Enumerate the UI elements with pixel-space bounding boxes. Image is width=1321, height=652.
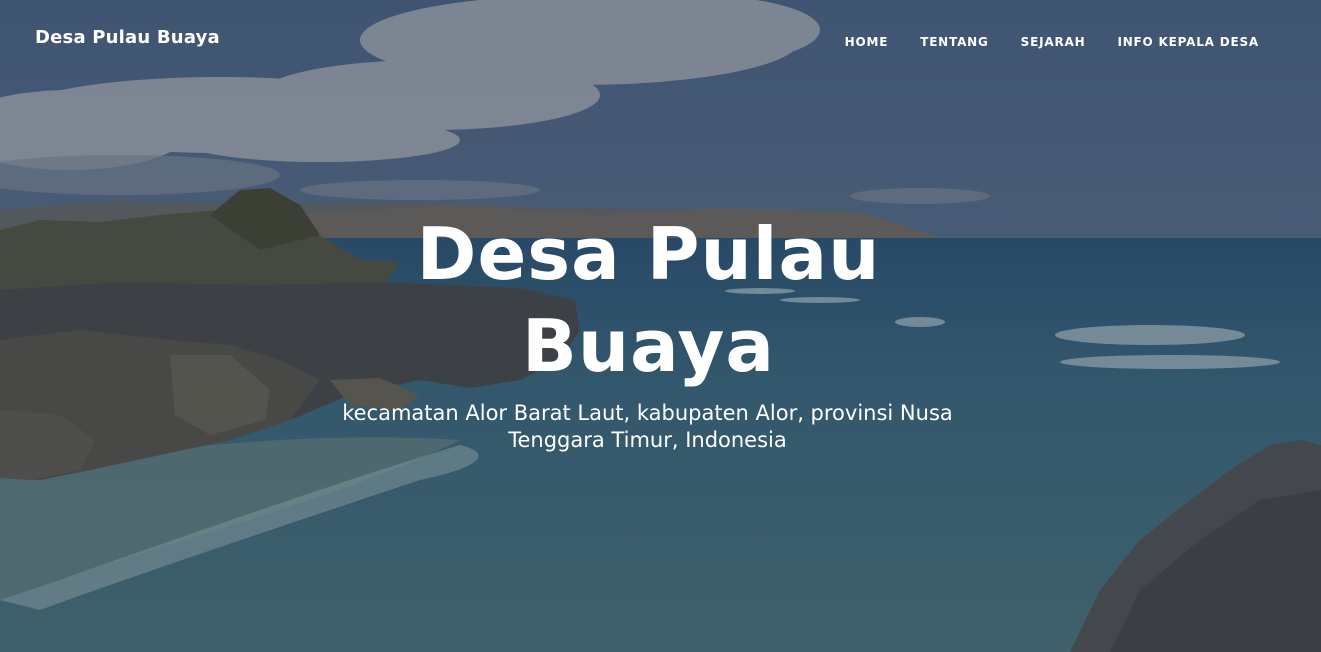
nav-link-sejarah[interactable]: SEJARAH [1021, 35, 1086, 49]
nav-item-tentang: TENTANG [920, 31, 988, 50]
nav-link-home[interactable]: HOME [845, 35, 889, 49]
main-navigation: HOME TENTANG SEJARAH INFO KEPALA DESA [813, 31, 1259, 50]
hero-subtitle: kecamatan Alor Barat Laut, kabupaten Alo… [342, 401, 953, 452]
nav-link-tentang[interactable]: TENTANG [920, 35, 988, 49]
hero-section: Desa Pulau Buaya HOME TENTANG SEJARAH IN… [0, 0, 1321, 652]
site-brand-link[interactable]: Desa Pulau Buaya [35, 27, 220, 48]
hero-title: Desa Pulau Buaya [0, 208, 1297, 392]
nav-item-sejarah: SEJARAH [1021, 31, 1086, 50]
nav-item-info-kepala-desa: INFO KEPALA DESA [1117, 31, 1259, 50]
hero-title-text: Desa Pulau Buaya [416, 212, 881, 388]
nav-item-home: HOME [845, 31, 889, 50]
nav-link-info-kepala-desa[interactable]: INFO KEPALA DESA [1117, 35, 1259, 49]
